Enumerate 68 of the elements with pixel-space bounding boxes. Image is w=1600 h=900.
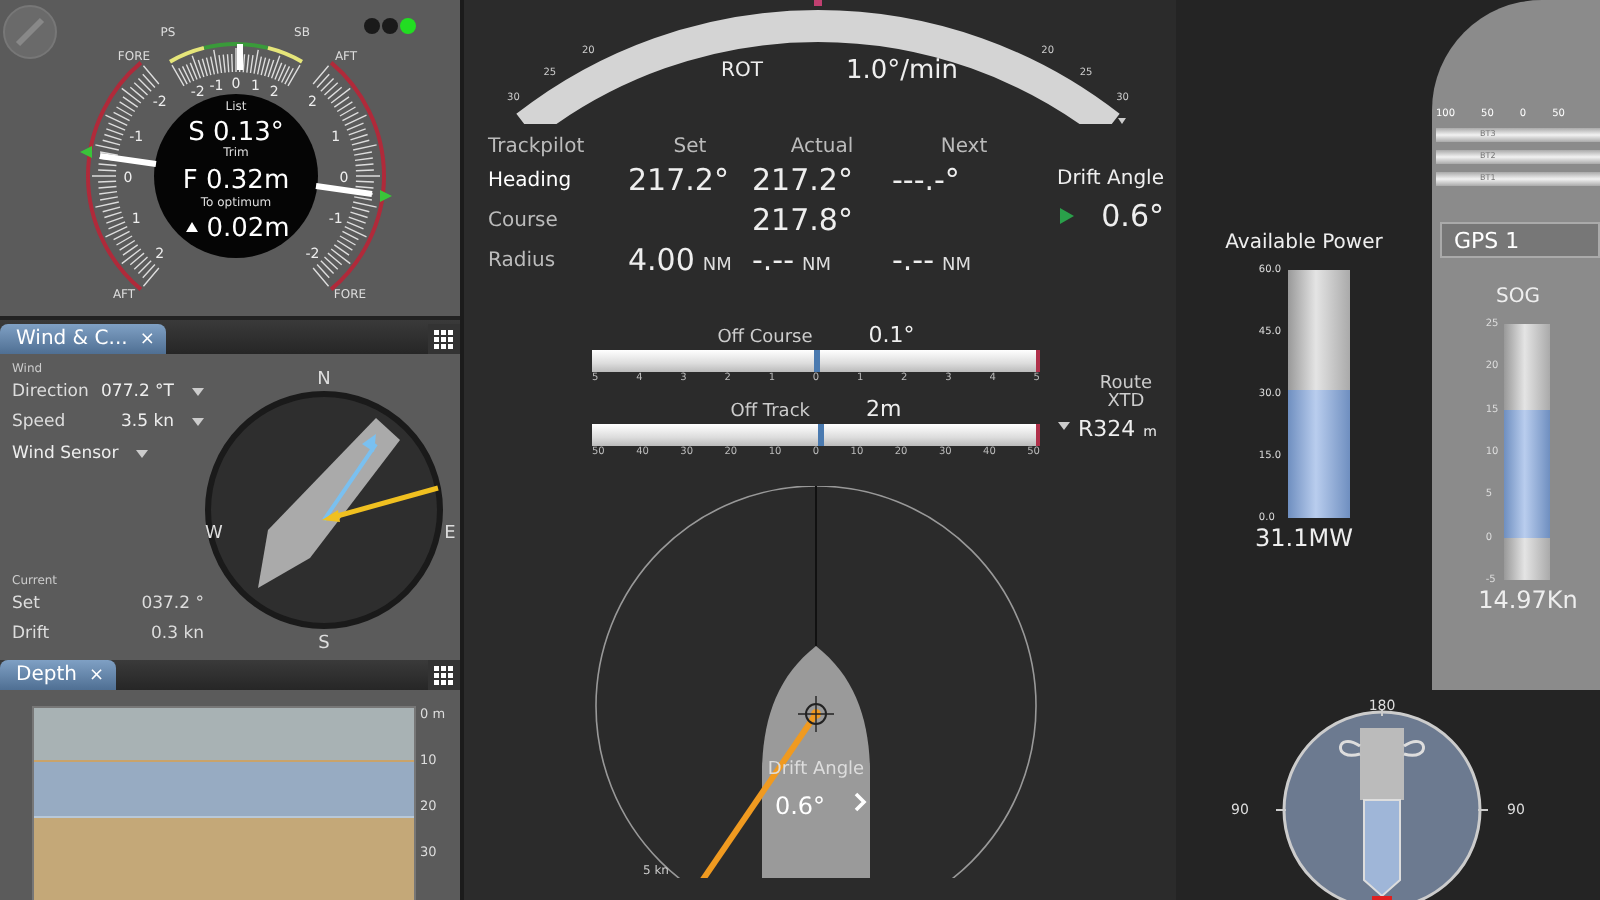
field-value: 0.3 kn	[150, 623, 204, 643]
field-label: Drift	[12, 623, 50, 643]
column-header: Actual	[788, 136, 856, 158]
sog-reading: 14.97Kn	[1478, 586, 1578, 614]
panel-tab[interactable]: Depth ×	[0, 660, 117, 690]
grid-menu-icon	[434, 665, 454, 685]
optimum-marker-icon	[380, 190, 392, 202]
trim-needle	[99, 153, 157, 167]
optimum-value: 0.02m	[206, 214, 290, 244]
optimum-marker-icon	[80, 146, 92, 158]
drift-angle-value: 0.6°	[774, 792, 826, 820]
field-value: 037.2 °	[141, 593, 204, 613]
close-button[interactable]: ×	[139, 329, 155, 349]
trim-needle	[315, 183, 373, 197]
bar-value: 0.1°	[868, 322, 915, 348]
table-cell-text: ---.-°	[892, 162, 962, 198]
table-cell-text: -.-- NM	[752, 242, 834, 278]
list-value: S 0.13°	[188, 118, 284, 148]
bar-value: 2m	[865, 396, 902, 422]
table-cell-text: 217.2°	[628, 162, 731, 198]
table-cell-text: 217.8°	[752, 202, 855, 238]
grid-menu-button[interactable]	[428, 660, 460, 690]
compass-label: W	[205, 524, 223, 544]
up-arrow-icon	[186, 222, 198, 232]
drift-angle-label: Drift Angle	[1057, 167, 1164, 189]
route-xtd-label: Route XTD	[1097, 376, 1155, 412]
sensor-dropdown[interactable]: Wind Sensor	[12, 436, 204, 470]
field-label: Set	[12, 593, 40, 613]
current-arrow-icon	[322, 485, 439, 522]
meter-title: SOG	[1496, 286, 1540, 308]
row-label: Radius	[488, 249, 558, 271]
table-cell-text: 4.00 NM	[628, 242, 734, 278]
table-cell-text: 217.2°	[752, 162, 855, 198]
rot-marker	[814, 0, 822, 6]
list-scale-drawing	[169, 42, 303, 87]
meter-tube-base	[1504, 537, 1551, 580]
row-label: Heading	[488, 169, 574, 191]
column-header: Next	[938, 136, 990, 158]
value-dropdown[interactable]: 3.5 kn	[120, 404, 204, 438]
caret-icon	[1118, 118, 1126, 124]
table-cell-text: -.-- NM	[892, 242, 974, 278]
meter-title: Available Power	[1225, 232, 1383, 254]
wind-arrow-icon	[322, 434, 378, 522]
crosshair-icon	[797, 695, 835, 733]
chevron-right-icon[interactable]	[854, 792, 867, 812]
row-label: Course	[488, 209, 560, 231]
gps-source-field[interactable]: GPS 1	[1440, 222, 1600, 258]
trim-value: F 0.32m	[182, 166, 290, 196]
drift-angle-value: 0.6°	[1101, 197, 1164, 233]
close-button[interactable]: ×	[88, 665, 105, 685]
compass-label: E	[444, 524, 456, 544]
list-needle	[237, 44, 243, 70]
field-label: Direction	[12, 381, 89, 401]
column-header: Set	[671, 136, 709, 158]
bar-label: Off Course	[717, 328, 813, 348]
compass-label: N	[317, 370, 331, 390]
field-label: Speed	[12, 411, 66, 431]
column-header: Trackpilot	[488, 136, 587, 158]
route-value: R324	[1078, 416, 1136, 442]
power-reading: 31.1MW	[1255, 524, 1353, 552]
grid-menu-icon	[434, 329, 454, 349]
compass-label: S	[318, 634, 330, 654]
panel-tab[interactable]: Wind & C... ×	[0, 324, 167, 354]
bar-label: Off Track	[730, 402, 810, 422]
grid-menu-button[interactable]	[428, 324, 460, 354]
value-dropdown[interactable]: 077.2 °T	[101, 374, 204, 408]
rot-value: 1.0°/min	[845, 56, 959, 86]
rot-label: ROT	[721, 60, 763, 82]
